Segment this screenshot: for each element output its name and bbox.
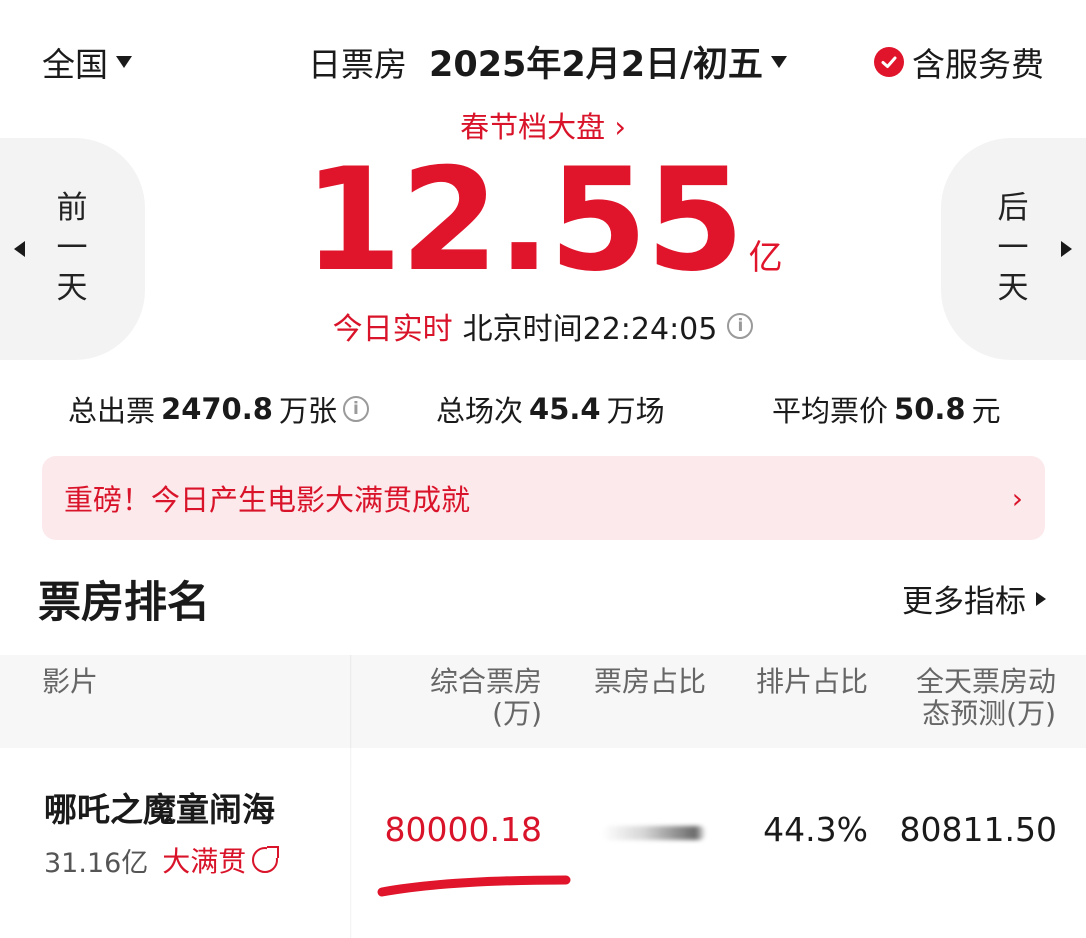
cell-screening-share: 44.3% [763,810,868,849]
movie-name[interactable]: 哪吒之魔童闹海 [44,783,275,831]
th-film: 影片 [42,665,99,698]
th-forecast-line1: 全天票房动 [915,665,1056,698]
chevron-right-icon: › [1011,481,1023,515]
ranking-title: 票房排名 [38,578,210,628]
cell-forecast: 80811.50 [899,810,1057,849]
stat-tickets: 总出票 2470.8 万张 i [68,388,369,430]
th-screening[interactable]: 排片占比 [730,666,868,698]
realtime-row: 今日实时 北京时间22:24:05 i [0,304,1086,348]
box-office-unit: 亿 [748,238,783,278]
date-selector[interactable]: 2025年2月2日/初五 [429,36,787,87]
region-label: 全国 [42,45,108,84]
service-fee-label: 含服务费 [912,45,1044,84]
stat-tickets-label: 总出票 [68,394,156,428]
more-metrics-button[interactable]: 更多指标 [902,576,1046,621]
service-fee-toggle[interactable]: 含服务费 [874,38,1044,86]
caret-right-icon [1036,591,1046,606]
cell-box-office: 80000.18 [384,810,542,849]
stat-price-label: 平均票价 [772,394,889,428]
th-share[interactable]: 票房占比 [570,666,706,698]
caret-down-icon [116,56,132,68]
stat-tickets-value: 2470.8 [161,392,273,426]
banner-text: 重磅！今日产生电影大满贯成就 [64,483,471,517]
external-link-icon [252,846,280,873]
table-header: 影片 综合票房 (万) 票房占比 排片占比 全天票房动 态预测(万) [0,655,1086,748]
grand-slam-badge[interactable]: 大满贯 [162,840,280,880]
th-forecast-line2: 态预测(万) [922,697,1056,730]
more-metrics-label: 更多指标 [902,584,1026,620]
th-total-line2: (万) [492,697,542,730]
date-value: 2025年2月2日/初五 [429,45,763,85]
date-label: 日票房 [308,44,407,84]
region-selector[interactable]: 全国 [42,38,132,86]
achievement-banner[interactable]: 重磅！今日产生电影大满贯成就 › [42,456,1045,540]
movie-cumulative-row: 31.16亿 大满贯 [44,840,280,880]
realtime-label: 今日实时 [332,312,453,347]
cell-share-blurred [602,826,706,840]
stat-shows-value: 45.4 [529,392,601,426]
date-header: 日票房 2025年2月2日/初五 [308,36,787,87]
handdrawn-underline [377,875,571,897]
box-office-value: 12.55 [303,138,744,303]
th-forecast[interactable]: 全天票房动 态预测(万) [880,666,1056,730]
info-icon[interactable]: i [727,313,754,339]
th-total-line1: 综合票房 [429,665,542,698]
th-total[interactable]: 综合票房 (万) [400,666,542,730]
info-icon[interactable]: i [342,396,369,422]
stat-shows-label: 总场次 [436,394,524,428]
stat-price: 平均票价 50.8 元 [772,388,1001,430]
stat-price-value: 50.8 [894,392,966,426]
stat-tickets-unit: 万张 [278,394,337,428]
grand-slam-label: 大满贯 [162,845,247,878]
check-circle-icon [874,47,904,77]
realtime-time: 北京时间22:24:05 [462,312,718,347]
caret-down-icon [770,55,787,68]
stat-shows: 总场次 45.4 万场 [436,388,665,430]
movie-cumulative: 31.16亿 [44,847,149,879]
sticky-column-shadow [350,655,352,938]
stat-price-unit: 元 [971,394,1001,428]
box-office-total: 12.55 亿 [0,150,1086,292]
stat-shows-unit: 万场 [606,394,665,428]
